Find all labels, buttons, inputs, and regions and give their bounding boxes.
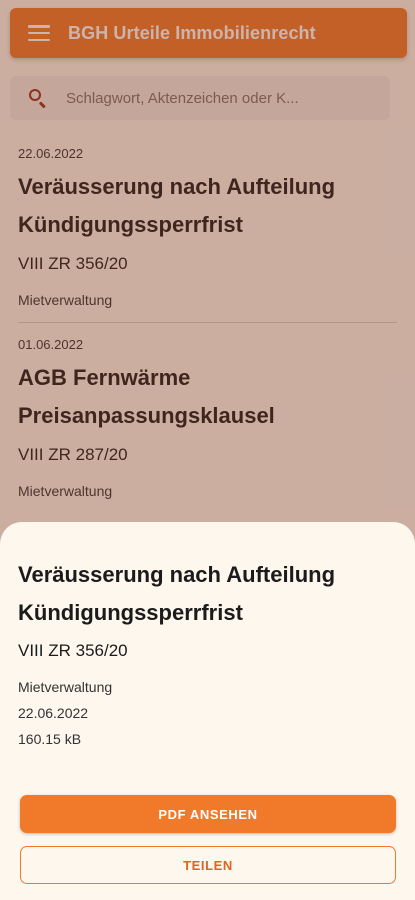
sheet-date: 22.06.2022 <box>18 705 89 721</box>
sheet-case-number: VIII ZR 356/20 <box>18 641 128 660</box>
bottom-sheet: Veräusserung nach Aufteilung Kündigungss… <box>0 522 415 900</box>
sheet-title-line1: Veräusserung nach Aufteilung <box>18 562 336 587</box>
pdf-view-button[interactable]: PDF ANSEHEN <box>20 795 396 833</box>
sheet-file-size: 160.15 kB <box>18 731 82 747</box>
share-button[interactable]: TEILEN <box>20 846 396 884</box>
sheet-title-line2: Kündigungssperrfrist <box>18 600 243 625</box>
sheet-category: Mietverwaltung <box>18 679 113 695</box>
